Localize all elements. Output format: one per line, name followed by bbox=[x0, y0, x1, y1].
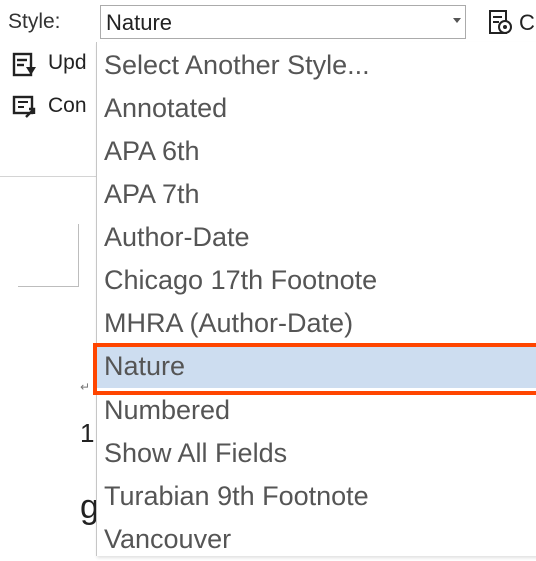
style-settings-label: C bbox=[519, 10, 535, 35]
document-text: 1 bbox=[80, 418, 95, 448]
style-dropdown-list: Select Another Style... Annotated APA 6t… bbox=[96, 42, 536, 556]
dropdown-item-select-another-style[interactable]: Select Another Style... bbox=[97, 44, 536, 87]
dropdown-item-apa-6th[interactable]: APA 6th bbox=[97, 130, 536, 173]
dropdown-item-show-all-fields[interactable]: Show All Fields bbox=[97, 432, 536, 475]
dropdown-item-annotated[interactable]: Annotated bbox=[97, 87, 536, 130]
document-gear-icon bbox=[489, 10, 512, 34]
chevron-down-icon[interactable] bbox=[453, 18, 461, 23]
update-citations-button[interactable]: Upd bbox=[8, 48, 98, 80]
dropdown-item-mhra[interactable]: MHRA (Author-Date) bbox=[97, 302, 536, 345]
update-citations-label: Upd bbox=[48, 51, 87, 74]
dropdown-item-apa-7th[interactable]: APA 7th bbox=[97, 173, 536, 216]
update-document-icon bbox=[12, 52, 36, 77]
convert-citations-label: Con bbox=[48, 94, 87, 117]
dropdown-item-vancouver[interactable]: Vancouver bbox=[97, 518, 536, 561]
paragraph-mark: ↵ bbox=[80, 380, 91, 394]
dropdown-item-author-date[interactable]: Author-Date bbox=[97, 216, 536, 259]
dropdown-item-chicago-17th[interactable]: Chicago 17th Footnote bbox=[97, 259, 536, 302]
convert-citations-button[interactable]: Con bbox=[8, 91, 98, 123]
style-settings-button[interactable]: C bbox=[488, 8, 536, 38]
dropdown-item-nature[interactable]: Nature bbox=[97, 345, 536, 388]
style-label: Style: bbox=[8, 10, 61, 33]
page-corner-marker bbox=[18, 224, 79, 287]
dropdown-item-turabian-9th[interactable]: Turabian 9th Footnote bbox=[97, 475, 536, 518]
style-select-value: Nature bbox=[106, 10, 173, 35]
style-select[interactable]: Nature bbox=[100, 5, 466, 39]
convert-icon bbox=[12, 95, 36, 118]
dropdown-item-numbered[interactable]: Numbered bbox=[97, 389, 536, 432]
